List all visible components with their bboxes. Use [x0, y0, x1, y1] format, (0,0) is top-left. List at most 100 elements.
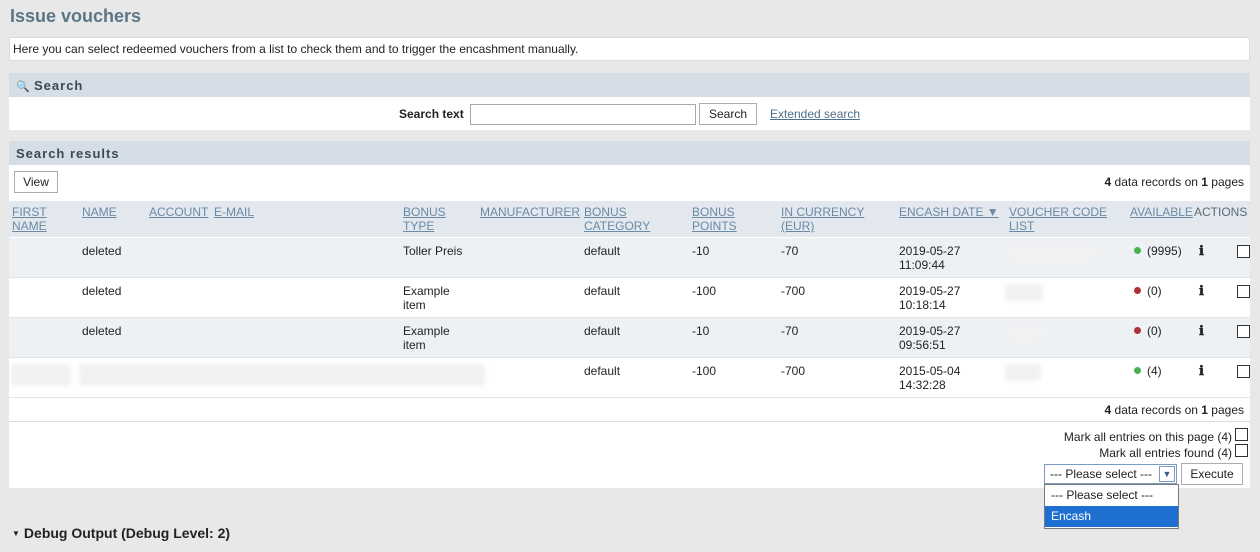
available-count: (0): [1147, 284, 1162, 298]
info-icon[interactable]: ℹ: [1199, 364, 1204, 379]
cell-available: (0): [1134, 284, 1162, 298]
encash-time: 14:32:28: [899, 378, 946, 392]
intro-text: Here you can select redeemed vouchers fr…: [9, 37, 1250, 61]
table-row: deleted Example item default -100 -700 2…: [9, 278, 1250, 318]
view-button[interactable]: View: [14, 171, 58, 193]
status-dot: [1134, 287, 1141, 294]
col-bonus-type[interactable]: BONUS TYPE: [403, 205, 463, 233]
mark-page-label: Mark all entries on this page (4): [1063, 430, 1232, 444]
search-section-header[interactable]: 🔍 Search: [9, 73, 1250, 97]
search-button[interactable]: Search: [699, 103, 757, 125]
row-checkbox[interactable]: [1237, 365, 1250, 378]
mark-found-checkbox[interactable]: [1235, 444, 1248, 457]
cell-name: deleted: [82, 244, 122, 258]
redacted-first-name: [11, 364, 71, 386]
record-count: 4: [1104, 175, 1112, 189]
table-header: FIRST NAME NAME ACCOUNT E-MAIL BONUS TYP…: [9, 201, 1250, 237]
redacted-voucher-code: [1005, 284, 1043, 301]
results-section-title: Search results: [16, 146, 120, 161]
status-dot: [1134, 247, 1141, 254]
cell-bonus-points: -10: [692, 324, 710, 338]
cell-bonus-type: Example item: [403, 284, 450, 312]
results-section-header: Search results: [9, 141, 1250, 165]
record-count-top: 4 data records on 1 pages: [1105, 175, 1245, 189]
col-bonus-category[interactable]: BONUS CATEGORY: [584, 205, 664, 233]
debug-output-title: Debug Output (Debug Level: 2): [23, 525, 231, 541]
cell-available: (9995): [1134, 244, 1182, 258]
cell-in-currency: -70: [781, 324, 799, 338]
dropdown-option-please-select[interactable]: --- Please select ---: [1045, 485, 1178, 506]
action-select-value: --- Please select ---: [1050, 467, 1153, 481]
search-text-label: Search text: [399, 107, 464, 121]
page-count: 1: [1201, 403, 1208, 417]
col-account[interactable]: ACCOUNT: [149, 205, 208, 219]
cell-encash-date: 2019-05-27 10:18:14: [899, 284, 960, 312]
cell-bonus-points: -100: [692, 364, 717, 378]
info-icon[interactable]: ℹ: [1199, 244, 1204, 259]
search-panel: Search text Search Extended search: [9, 97, 1250, 130]
cell-available: (0): [1134, 324, 1162, 338]
cell-bonus-category: default: [584, 284, 621, 298]
table-row: deleted Example item default -10 -70 201…: [9, 318, 1250, 358]
mark-found-label: Mark all entries found (4): [1099, 446, 1232, 460]
search-icon: 🔍: [16, 81, 31, 93]
cell-bonus-type: Example item: [403, 324, 450, 352]
page-title: Issue vouchers: [10, 6, 142, 26]
results-panel: View 4 data records on 1 pages FIRST NAM…: [9, 165, 1250, 488]
encash-date: 2015-05-04: [899, 364, 961, 378]
search-section-title: Search: [34, 78, 84, 93]
pages-text: pages: [1211, 403, 1244, 417]
encash-time: 10:18:14: [899, 298, 946, 312]
available-count: (0): [1147, 324, 1162, 338]
info-icon[interactable]: ℹ: [1199, 324, 1204, 339]
action-select[interactable]: --- Please select --- ▼: [1044, 464, 1177, 484]
records-text: data records on: [1114, 175, 1198, 189]
cell-name: deleted: [82, 324, 122, 338]
cell-in-currency: -700: [781, 284, 806, 298]
cell-bonus-category: default: [584, 244, 621, 258]
search-input[interactable]: [470, 104, 696, 125]
record-count: 4: [1104, 403, 1112, 417]
extended-search-link[interactable]: Extended search: [770, 107, 860, 121]
cell-in-currency: -70: [781, 244, 799, 258]
redacted-voucher-code: [1005, 324, 1045, 341]
col-bonus-points[interactable]: BONUS POINTS: [692, 205, 752, 233]
col-manufacturer[interactable]: MANUFACTURER: [480, 205, 580, 219]
table-row: default -100 -700 2015-05-04 14:32:28 (4)…: [9, 358, 1250, 398]
table-row: deleted Toller Preis default -10 -70 201…: [9, 238, 1250, 278]
chevron-down-icon[interactable]: ▼: [1159, 466, 1175, 482]
triangle-down-icon: ▼: [12, 529, 20, 538]
cell-bonus-type: Toller Preis: [403, 244, 463, 258]
col-first-name[interactable]: FIRST NAME: [12, 205, 72, 233]
execute-button[interactable]: Execute: [1181, 463, 1243, 485]
action-dropdown-list: --- Please select --- Encash: [1044, 484, 1179, 529]
col-encash-date[interactable]: ENCASH DATE ▼: [899, 205, 999, 219]
record-count-bottom: 4 data records on 1 pages: [1105, 403, 1245, 417]
available-count: (4): [1147, 364, 1162, 378]
row-checkbox[interactable]: [1237, 245, 1250, 258]
col-actions: ACTIONS: [1194, 205, 1248, 219]
col-email[interactable]: E-MAIL: [214, 205, 254, 219]
mark-page-checkbox[interactable]: [1235, 428, 1248, 441]
col-name[interactable]: NAME: [82, 205, 117, 219]
cell-bonus-category: default: [584, 364, 621, 378]
divider: [9, 421, 1250, 422]
redacted-voucher-code: [1005, 244, 1097, 261]
records-text: data records on: [1114, 403, 1198, 417]
encash-time: 11:09:44: [899, 258, 945, 272]
cell-in-currency: -700: [781, 364, 806, 378]
row-checkbox[interactable]: [1237, 285, 1250, 298]
available-count: (9995): [1147, 244, 1182, 258]
row-checkbox[interactable]: [1237, 325, 1250, 338]
dropdown-option-encash[interactable]: Encash: [1045, 506, 1178, 527]
info-icon[interactable]: ℹ: [1199, 284, 1204, 299]
cell-bonus-category: default: [584, 324, 621, 338]
encash-time: 09:56:51: [899, 338, 946, 352]
col-voucher-code-list[interactable]: VOUCHER CODE LIST: [1009, 205, 1114, 233]
status-dot: [1134, 327, 1141, 334]
col-available[interactable]: AVAILABLE: [1130, 205, 1193, 219]
pages-text: pages: [1211, 175, 1244, 189]
redacted-user-details: [79, 364, 485, 386]
debug-output-toggle[interactable]: ▼ Debug Output (Debug Level: 2): [12, 525, 230, 541]
col-in-currency[interactable]: IN CURRENCY (EUR): [781, 205, 876, 233]
